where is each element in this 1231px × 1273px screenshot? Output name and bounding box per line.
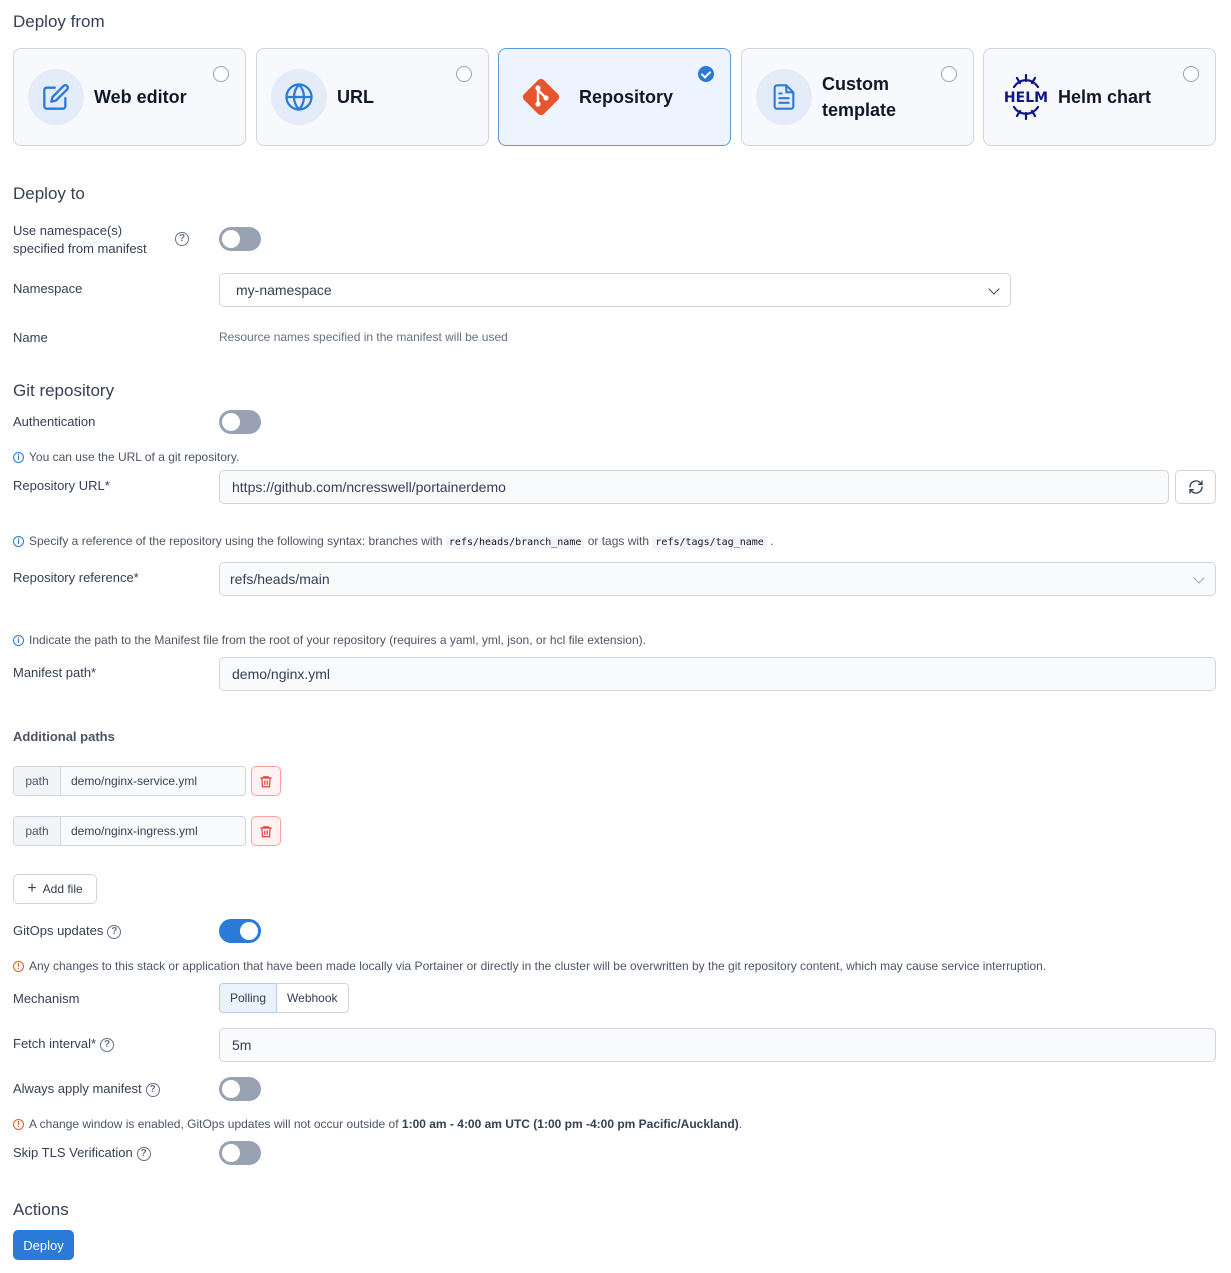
option-label: Helm chart	[1058, 87, 1152, 107]
info-icon: i	[13, 635, 24, 647]
additional-path-input[interactable]: demo/nginx-ingress.yml	[61, 817, 245, 845]
use-namespace-label: Use namespace(s) specified from manifest	[13, 223, 147, 256]
mechanism-selector: Polling Webhook	[219, 983, 349, 1013]
mechanism-option-webhook[interactable]: Webhook	[277, 983, 349, 1013]
deploy-option-url[interactable]: URL	[256, 48, 489, 146]
add-file-button[interactable]: + Add file	[13, 874, 97, 904]
file-icon	[756, 69, 812, 125]
chevron-down-icon	[1193, 572, 1205, 584]
additional-path-row: path demo/nginx-service.yml	[13, 766, 246, 796]
radio-button[interactable]	[1183, 66, 1199, 82]
repository-url-info: i You can use the URL of a git repository…	[13, 450, 239, 464]
refresh-icon	[1188, 480, 1203, 494]
path-addon-label: path	[14, 767, 61, 795]
additional-paths-title: Additional paths	[13, 729, 115, 744]
name-label: Name	[13, 330, 48, 345]
help-icon[interactable]: ?	[145, 1082, 160, 1097]
warning-icon: !	[13, 1119, 24, 1131]
remove-path-button[interactable]	[251, 766, 281, 796]
info-icon: i	[13, 452, 24, 464]
radio-button[interactable]	[213, 66, 229, 82]
edit-icon	[28, 69, 84, 125]
repository-reference-label: Repository reference*	[13, 570, 139, 585]
radio-button[interactable]	[456, 66, 472, 82]
mechanism-label: Mechanism	[13, 991, 80, 1006]
trash-icon	[260, 775, 272, 787]
always-apply-toggle[interactable]	[219, 1077, 261, 1101]
deploy-option-custom-template[interactable]: Custom template	[741, 48, 974, 146]
svg-text:HELM: HELM	[1004, 90, 1048, 106]
authentication-label: Authentication	[13, 414, 96, 429]
always-apply-label: Always apply manifest?	[13, 1080, 160, 1098]
gitops-updates-label: GitOps updates?	[13, 922, 122, 940]
gitops-updates-toggle[interactable]	[219, 919, 261, 943]
repository-reference-select[interactable]: refs/heads/main	[219, 562, 1216, 596]
option-label: Custom template	[822, 74, 897, 120]
option-label: URL	[337, 87, 374, 107]
fetch-interval-input[interactable]: 5m	[219, 1028, 1216, 1062]
skip-tls-label: Skip TLS Verification?	[13, 1144, 151, 1162]
authentication-toggle[interactable]	[219, 410, 261, 434]
deploy-from-title: Deploy from	[13, 12, 105, 31]
mechanism-option-polling[interactable]: Polling	[219, 983, 278, 1013]
trash-icon	[260, 825, 272, 837]
globe-icon	[271, 69, 327, 125]
deploy-button[interactable]: Deploy	[13, 1230, 74, 1260]
deploy-option-repository[interactable]: Repository	[498, 48, 731, 146]
chevron-down-icon	[988, 283, 1000, 295]
remove-path-button[interactable]	[251, 816, 281, 846]
help-icon[interactable]: ?	[107, 924, 122, 939]
repository-url-input[interactable]: https://github.com/ncresswell/portainerd…	[219, 470, 1169, 504]
gitops-warning: ! Any changes to this stack or applicatio…	[13, 959, 1046, 973]
use-namespace-toggle[interactable]	[219, 227, 261, 251]
deploy-option-web-editor[interactable]: Web editor	[13, 48, 246, 146]
skip-tls-toggle[interactable]	[219, 1141, 261, 1165]
option-label: Web editor	[94, 87, 187, 107]
fetch-interval-label: Fetch interval*?	[13, 1035, 115, 1053]
manifest-path-label: Manifest path*	[13, 665, 97, 680]
path-addon-label: path	[14, 817, 61, 845]
deploy-to-title: Deploy to	[13, 184, 85, 203]
git-icon	[513, 69, 569, 125]
repository-reference-info: i Specify a reference of the repository u…	[13, 534, 773, 549]
radio-button[interactable]	[698, 66, 714, 82]
namespace-select[interactable]: my-namespace	[219, 273, 1011, 307]
help-icon[interactable]: ?	[175, 232, 189, 246]
manifest-path-info: i Indicate the path to the Manifest file …	[13, 633, 646, 647]
info-icon: i	[13, 536, 24, 548]
name-hint: Resource names specified in the manifest…	[219, 330, 508, 344]
additional-path-row: path demo/nginx-ingress.yml	[13, 816, 246, 846]
git-repository-title: Git repository	[13, 381, 115, 400]
additional-path-input[interactable]: demo/nginx-service.yml	[61, 767, 245, 795]
warning-icon: !	[13, 961, 24, 973]
manifest-path-input[interactable]: demo/nginx.yml	[219, 657, 1216, 691]
deploy-option-helm-chart[interactable]: HELM Helm chart	[983, 48, 1216, 146]
namespace-label: Namespace	[13, 281, 83, 296]
refresh-button[interactable]	[1175, 470, 1216, 504]
helm-icon: HELM	[998, 69, 1054, 125]
change-window-warning: ! A change window is enabled, GitOps upda…	[13, 1117, 742, 1131]
plus-icon: +	[27, 880, 37, 897]
help-icon[interactable]: ?	[100, 1037, 115, 1052]
help-icon[interactable]: ?	[136, 1146, 151, 1161]
radio-button[interactable]	[941, 66, 957, 82]
option-label: Repository	[579, 87, 674, 107]
repository-url-label: Repository URL*	[13, 478, 110, 493]
actions-title: Actions	[13, 1200, 69, 1219]
